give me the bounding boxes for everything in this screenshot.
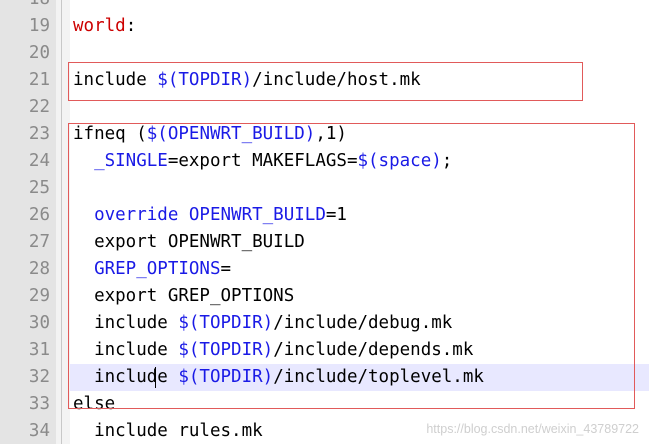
code-token: include rules.mk — [73, 421, 263, 441]
line-number: 21 — [28, 70, 50, 90]
code-token: world — [73, 16, 126, 36]
line-number: 27 — [28, 232, 50, 252]
code-line[interactable]: 19 world: — [0, 13, 649, 40]
text-caret — [155, 367, 156, 388]
line-number: 30 — [28, 313, 50, 333]
line-number: 31 — [28, 340, 50, 360]
code-token: : — [125, 16, 137, 36]
code-text[interactable]: include rules.mk — [73, 418, 263, 445]
watermark: https://blog.csdn.net/weixin_43789722 — [426, 422, 639, 436]
highlight-box-include-host — [68, 62, 583, 101]
line-number: 23 — [28, 124, 50, 144]
line-number: 28 — [28, 259, 50, 279]
line-number: 18 — [0, 0, 50, 13]
line-number: 25 — [28, 178, 50, 198]
highlight-box-ifneq-block — [68, 123, 635, 409]
line-number: 24 — [28, 151, 50, 171]
code-text[interactable]: world: — [73, 13, 136, 40]
line-number: 22 — [28, 97, 50, 117]
code-editor[interactable]: 1819world:2021include $(TOPDIR)/include/… — [0, 0, 649, 444]
line-number: 20 — [28, 43, 50, 63]
line-number: 26 — [28, 205, 50, 225]
code-line[interactable]: 18 — [0, 0, 649, 13]
line-number: 34 — [28, 421, 50, 441]
line-number: 33 — [28, 394, 50, 414]
line-number: 29 — [28, 286, 50, 306]
line-number: 32 — [28, 367, 50, 387]
line-number: 19 — [28, 16, 50, 36]
